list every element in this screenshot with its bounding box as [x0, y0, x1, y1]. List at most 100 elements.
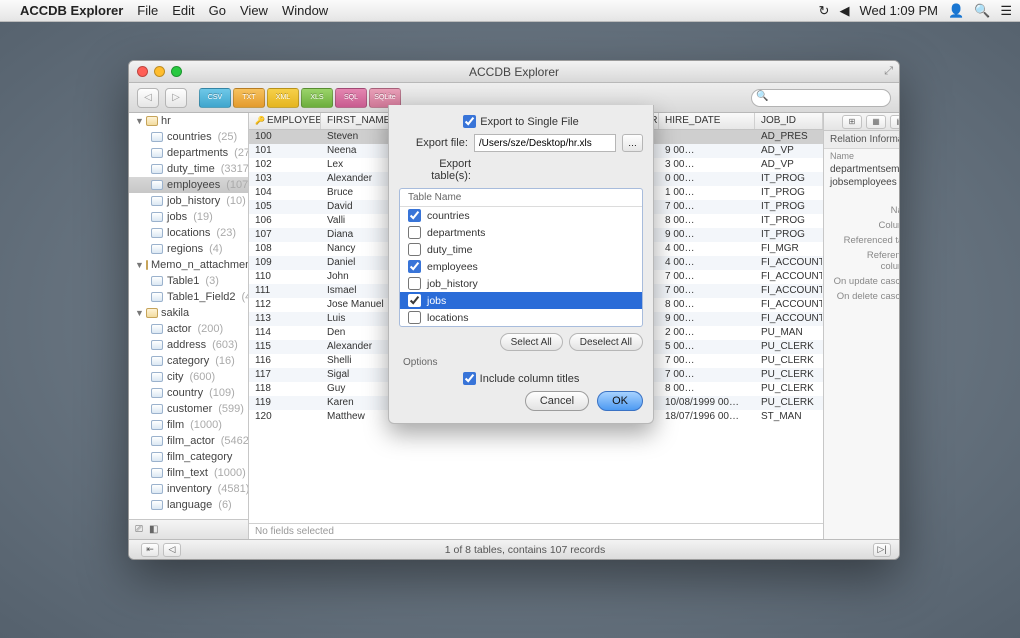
options-label: Options	[403, 357, 643, 368]
inspector-heading: Relation Information	[824, 131, 899, 149]
export-table-row[interactable]: locations	[400, 309, 642, 326]
export-single-file-checkbox[interactable]	[463, 115, 476, 128]
column-header[interactable]: HIRE_DATE	[659, 113, 755, 129]
notification-center-icon[interactable]: ☰	[1000, 3, 1012, 19]
nav-back-button[interactable]: ◁	[137, 88, 159, 108]
export-table-checkbox[interactable]	[408, 294, 421, 307]
search-input[interactable]	[772, 90, 882, 106]
sidebar-item[interactable]: locations(23)	[129, 225, 248, 241]
browse-button[interactable]: …	[622, 134, 643, 152]
export-table-row[interactable]: departments	[400, 224, 642, 241]
sidebar-item[interactable]: customer(599)	[129, 401, 248, 417]
table-cell: 111	[249, 284, 321, 298]
export-file-input[interactable]	[474, 134, 616, 152]
menu-edit[interactable]: Edit	[172, 3, 194, 18]
sidebar-item[interactable]: jobs(19)	[129, 209, 248, 225]
sidebar-item[interactable]: employees(107)	[129, 177, 248, 193]
inspector-tab[interactable]: ⊞	[842, 115, 862, 129]
status-prev-button[interactable]: ◁	[163, 543, 181, 557]
sidebar-item[interactable]: film(1000)	[129, 417, 248, 433]
spotlight-icon[interactable]: 🔍	[974, 3, 990, 19]
export-sql-button[interactable]: SQL	[335, 88, 367, 108]
export-table-row[interactable]: employees	[400, 258, 642, 275]
export-txt-button[interactable]: TXT	[233, 88, 265, 108]
export-table-row[interactable]: jobs	[400, 292, 642, 309]
sidebar-item[interactable]: address(603)	[129, 337, 248, 353]
export-xml-button[interactable]: XML	[267, 88, 299, 108]
table-cell: 113	[249, 312, 321, 326]
menu-window[interactable]: Window	[282, 3, 328, 18]
export-table-checkbox[interactable]	[408, 277, 421, 290]
inspector-list-item[interactable]: jobsemployees	[824, 176, 899, 189]
inspector-tab[interactable]: ▤	[890, 115, 899, 129]
window-zoom-button[interactable]	[171, 66, 182, 77]
window-expand-icon[interactable]: ⤢	[884, 65, 893, 78]
include-titles-checkbox[interactable]	[463, 372, 476, 385]
export-csv-button[interactable]: CSV	[199, 88, 231, 108]
sidebar-item[interactable]: countries(25)	[129, 129, 248, 145]
sidebar-item[interactable]: departments(27)	[129, 145, 248, 161]
status-last-button[interactable]: ▷|	[873, 543, 891, 557]
sidebar-group[interactable]: ▼sakila	[129, 305, 248, 321]
sidebar-item[interactable]: actor(200)	[129, 321, 248, 337]
sidebar-item[interactable]: film_text(1000)	[129, 465, 248, 481]
select-all-button[interactable]: Select All	[500, 333, 563, 351]
table-cell: 9 00…	[659, 144, 755, 158]
export-table-name: locations	[427, 312, 468, 324]
toolbar-search[interactable]	[751, 89, 891, 107]
sidebar-item[interactable]: film_category	[129, 449, 248, 465]
sidebar-item[interactable]: country(109)	[129, 385, 248, 401]
deselect-all-button[interactable]: Deselect All	[569, 333, 643, 351]
column-header[interactable]: EMPLOYEE_ID	[249, 113, 321, 129]
sidebar-footer-icon[interactable]: ⎚	[135, 524, 143, 535]
sidebar-item[interactable]: duty_time(3317)	[129, 161, 248, 177]
export-table-row[interactable]: countries	[400, 207, 642, 224]
nav-forward-button[interactable]: ▷	[165, 88, 187, 108]
table-cell: FI_MGR	[755, 242, 823, 256]
inspector-tab[interactable]: ▦	[866, 115, 886, 129]
include-titles-label: Include column titles	[480, 373, 580, 385]
export-table-checkbox[interactable]	[408, 311, 421, 324]
time-machine-icon[interactable]: ↻	[819, 3, 830, 19]
ok-button[interactable]: OK	[597, 391, 643, 411]
table-cell: 115	[249, 340, 321, 354]
volume-icon[interactable]: ◀	[839, 3, 849, 19]
export-table-checkbox[interactable]	[408, 260, 421, 273]
user-icon[interactable]: 👤	[948, 3, 964, 19]
inspector-list-item[interactable]: departmentsemployees	[824, 163, 899, 176]
export-single-file-label: Export to Single File	[480, 116, 578, 128]
window-titlebar[interactable]: ACCDB Explorer ⤢	[129, 61, 899, 83]
status-first-button[interactable]: ⇤	[141, 543, 159, 557]
sidebar-group[interactable]: ▼hr	[129, 113, 248, 129]
menu-go[interactable]: Go	[209, 3, 226, 18]
sidebar-item[interactable]: Table1(3)	[129, 273, 248, 289]
sidebar-item[interactable]: job_history(10)	[129, 193, 248, 209]
tables-listbox[interactable]: Table Name countriesdepartmentsduty_time…	[399, 188, 643, 327]
sidebar-item[interactable]: language(6)	[129, 497, 248, 513]
table-cell: 118	[249, 382, 321, 396]
sidebar-group[interactable]: ▼Memo_n_attachment2	[129, 257, 248, 273]
export-table-checkbox[interactable]	[408, 226, 421, 239]
sidebar-item[interactable]: film_actor(5462)	[129, 433, 248, 449]
column-header[interactable]: JOB_ID	[755, 113, 823, 129]
export-table-checkbox[interactable]	[408, 243, 421, 256]
window-minimize-button[interactable]	[154, 66, 165, 77]
export-table-row[interactable]: job_history	[400, 275, 642, 292]
window-close-button[interactable]	[137, 66, 148, 77]
menu-view[interactable]: View	[240, 3, 268, 18]
app-menu[interactable]: ACCDB Explorer	[20, 3, 123, 18]
table-cell: 108	[249, 242, 321, 256]
export-xls-button[interactable]: XLS	[301, 88, 333, 108]
sidebar-item[interactable]: Table1_Field2(4)	[129, 289, 248, 305]
menubar-clock[interactable]: Wed 1:09 PM	[859, 3, 938, 18]
export-table-checkbox[interactable]	[408, 209, 421, 222]
inspector-detail-row: On update cascadeNO	[824, 274, 899, 289]
sidebar-item[interactable]: inventory(4581)	[129, 481, 248, 497]
export-table-row[interactable]: duty_time	[400, 241, 642, 258]
sidebar-footer-icon[interactable]: ◧	[149, 524, 158, 535]
sidebar-item[interactable]: regions(4)	[129, 241, 248, 257]
sidebar-item[interactable]: city(600)	[129, 369, 248, 385]
sidebar-item[interactable]: category(16)	[129, 353, 248, 369]
cancel-button[interactable]: Cancel	[525, 391, 589, 411]
menu-file[interactable]: File	[137, 3, 158, 18]
